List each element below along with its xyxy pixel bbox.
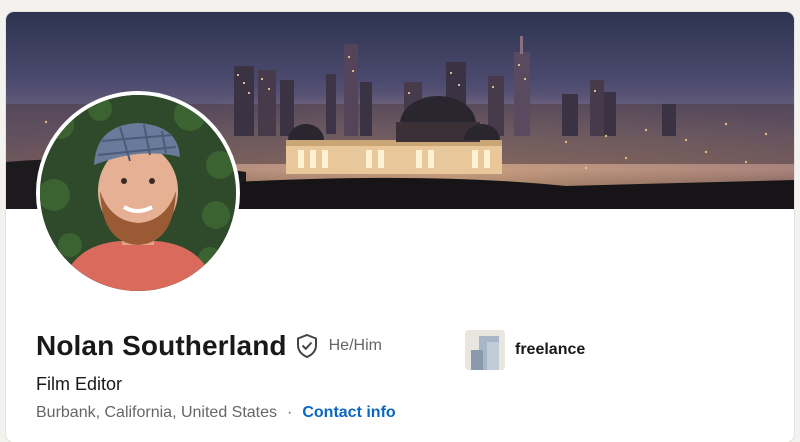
profile-photo[interactable] <box>36 91 240 295</box>
avatar-image <box>40 95 236 291</box>
separator-dot: · <box>287 404 293 421</box>
pronouns: He/Him <box>328 337 382 354</box>
contact-info-link[interactable]: Contact info <box>302 404 395 422</box>
building-icon <box>465 330 505 370</box>
company-name: freelance <box>515 341 586 358</box>
profile-headline: Film Editor <box>36 374 123 394</box>
shield-check-icon[interactable] <box>295 333 319 359</box>
location-row: Burbank, California, United States · Con… <box>36 404 396 422</box>
profile-name: Nolan Southerland <box>36 330 287 361</box>
current-company[interactable]: freelance <box>465 330 585 370</box>
profile-card: Nolan Southerland He/Him Film Editor Bur… <box>6 12 794 442</box>
location: Burbank, California, United States <box>36 404 278 421</box>
name-row: Nolan Southerland He/Him <box>36 330 382 362</box>
